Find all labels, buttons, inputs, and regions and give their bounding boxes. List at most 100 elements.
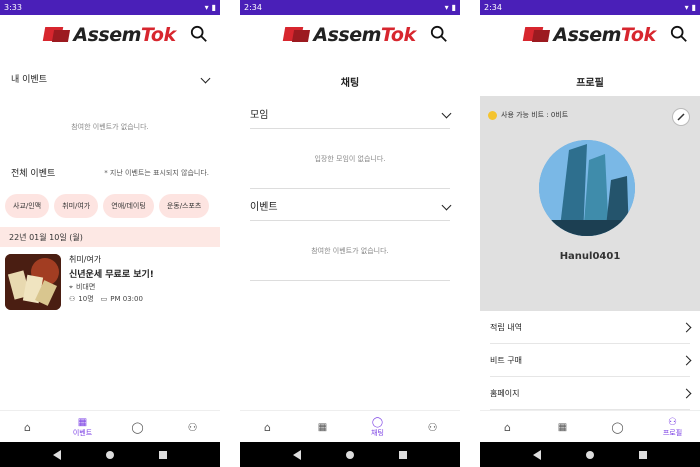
event-title: 신년운세 무료로 보기!: [69, 270, 154, 280]
app-logo[interactable]: AssemTok: [283, 24, 416, 46]
wifi-icon: ▾: [204, 3, 209, 12]
home-button-icon[interactable]: [105, 450, 114, 459]
event-card[interactable]: 취미/여가 신년운세 무료로 보기! ⌖ 비대면 ⚇ 10명 ▭ PM 03:00: [5, 254, 215, 312]
phone-screen-chat: 2:34 ▾ ▮ AssemTok 채팅 모임 입장한 모임이 없습니다. 이벤트…: [240, 0, 460, 467]
battery-icon: ▮: [211, 3, 216, 12]
my-events-header[interactable]: 내 이벤트: [11, 72, 211, 85]
home-icon: ⌂: [24, 420, 31, 434]
status-time: 2:34: [244, 3, 262, 12]
home-button-icon[interactable]: [585, 450, 594, 459]
accordion-events[interactable]: 이벤트: [250, 198, 452, 213]
groups-empty: 입장한 모임이 없습니다.: [314, 155, 386, 163]
status-time: 3:33: [4, 3, 22, 12]
edit-button[interactable]: [672, 108, 690, 126]
search-icon[interactable]: [430, 25, 448, 43]
phone-screen-events: 3:33 ▾ ▮ AssemTok 내 이벤트 참여한 이벤트가 없습니다. 전체…: [0, 0, 220, 467]
logo-mark-icon: [523, 26, 551, 44]
profile-icon: ⚇: [427, 420, 438, 434]
logo-text-suffix: Tok: [380, 24, 416, 46]
category-chips: 사교/인맥 취미/여가 연애/데이팅 운동/스포츠: [5, 194, 210, 218]
logo-text-prefix: Assem: [313, 24, 381, 46]
calendar-icon: ▭: [100, 295, 108, 303]
username: Hanul0401: [559, 251, 621, 262]
chevron-down-icon[interactable]: [200, 73, 211, 84]
points-text: 사용 가능 비트 : 0비트: [501, 111, 569, 119]
profile-icon: ⚇: [187, 420, 198, 434]
event-thumbnail: [5, 254, 61, 310]
chip-sports[interactable]: 운동/스포츠: [158, 194, 210, 218]
nav-events[interactable]: ▦: [295, 411, 350, 443]
nav-chat[interactable]: ◯ 채팅: [350, 411, 405, 443]
menu-homepage[interactable]: 홈페이지: [490, 377, 692, 410]
app-logo[interactable]: AssemTok: [523, 24, 656, 46]
my-events-empty: 참여한 이벤트가 없습니다.: [71, 123, 149, 131]
menu-homepage-label: 홈페이지: [490, 388, 520, 398]
back-icon[interactable]: [52, 449, 61, 460]
calendar-icon: ▦: [557, 421, 568, 433]
chat-icon: ◯: [371, 416, 384, 428]
nav-home[interactable]: ⌂: [480, 411, 535, 443]
nav-profile[interactable]: ⚇ 프로필: [645, 411, 700, 443]
back-icon[interactable]: [292, 449, 301, 460]
logo-text-prefix: Assem: [73, 24, 141, 46]
calendar-icon: ▦: [317, 421, 328, 433]
bottom-nav: ⌂ ▦ ◯ ⚇ 프로필: [480, 410, 700, 443]
accordion-events-label: 이벤트: [250, 202, 278, 213]
bottom-nav: ⌂ ▦ ◯ 채팅 ⚇: [240, 410, 460, 443]
menu-buy-bits[interactable]: 비트 구매: [490, 344, 692, 377]
search-icon[interactable]: [190, 25, 208, 43]
wifi-icon: ▾: [684, 3, 689, 12]
accordion-groups[interactable]: 모임: [250, 106, 452, 121]
calendar-icon: ▦: [77, 416, 88, 428]
logo-text-suffix: Tok: [620, 24, 656, 46]
nav-events[interactable]: ▦: [535, 411, 590, 443]
nav-home[interactable]: ⌂: [0, 411, 55, 443]
event-people: 10명: [78, 295, 94, 303]
event-time: PM 03:00: [110, 295, 143, 303]
nav-events[interactable]: ▦ 이벤트: [55, 411, 110, 443]
phone-screen-profile: 2:34 ▾ ▮ AssemTok 프로필 사용 가능 비트 : 0비트 Hanu…: [480, 0, 700, 467]
page-title: 프로필: [576, 78, 604, 89]
chevron-right-icon: [681, 322, 692, 332]
back-icon[interactable]: [532, 449, 541, 460]
logo-text-prefix: Assem: [553, 24, 621, 46]
chevron-down-icon[interactable]: [441, 108, 452, 119]
nav-profile[interactable]: ⚇: [405, 411, 460, 443]
menu-points-history[interactable]: 적립 내역: [490, 311, 692, 344]
person-icon: ⚇: [69, 295, 76, 303]
my-events-label: 내 이벤트: [11, 75, 47, 85]
nav-profile[interactable]: ⚇: [165, 411, 220, 443]
location-pin-icon: ⌖: [69, 282, 73, 291]
app-logo[interactable]: AssemTok: [43, 24, 176, 46]
nav-chat[interactable]: ◯: [110, 411, 165, 443]
chevron-right-icon: [681, 355, 692, 365]
chip-hobby[interactable]: 취미/여가: [54, 194, 99, 218]
system-nav-bar: [480, 442, 700, 467]
all-events-note: * 지난 이벤트는 표시되지 않습니다.: [104, 168, 209, 177]
status-bar: 2:34 ▾ ▮: [480, 0, 700, 15]
nav-chat[interactable]: ◯: [590, 411, 645, 443]
home-icon: ⌂: [264, 420, 271, 434]
accordion-groups-label: 모임: [250, 110, 269, 121]
coin-icon: [488, 110, 497, 120]
chip-dating[interactable]: 연애/데이팅: [103, 194, 154, 218]
search-icon[interactable]: [670, 25, 688, 43]
avatar[interactable]: [539, 140, 635, 236]
chat-icon: ◯: [131, 420, 144, 434]
status-time: 2:34: [484, 3, 502, 12]
logo-mark-icon: [283, 26, 311, 44]
wifi-icon: ▾: [444, 3, 449, 12]
recents-icon[interactable]: [639, 450, 648, 459]
home-button-icon[interactable]: [345, 450, 354, 459]
chip-social[interactable]: 사교/인맥: [5, 194, 50, 218]
recents-icon[interactable]: [399, 450, 408, 459]
nav-home[interactable]: ⌂: [240, 411, 295, 443]
recents-icon[interactable]: [159, 450, 168, 459]
app-bar: AssemTok: [0, 15, 220, 55]
event-category: 취미/여가: [69, 255, 102, 264]
date-header: 22년 01월 10일 (월): [0, 227, 220, 247]
status-bar: 3:33 ▾ ▮: [0, 0, 220, 15]
nav-chat-label: 채팅: [371, 428, 384, 437]
chevron-down-icon[interactable]: [441, 200, 452, 211]
points-balance: 사용 가능 비트 : 0비트: [488, 110, 568, 120]
